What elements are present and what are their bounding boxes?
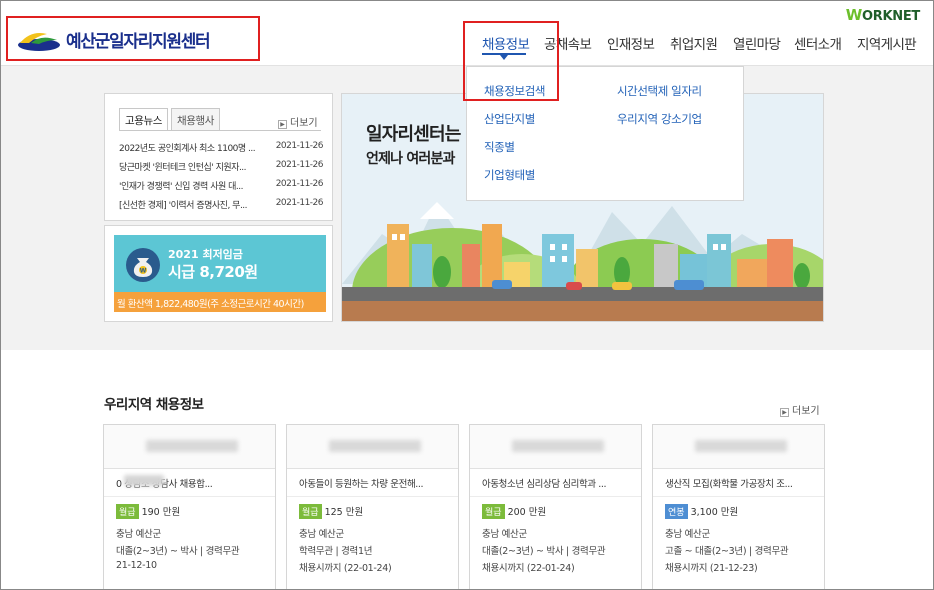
news-date: 2021-11-26: [275, 179, 324, 189]
blurred-text: [512, 440, 604, 452]
pay-type-badge: 월급: [116, 504, 139, 519]
nav-talent-info[interactable]: 인재정보: [607, 33, 655, 53]
worknet-logo[interactable]: WORKNET: [845, 6, 921, 24]
news-date: 2021-11-26: [275, 141, 324, 151]
job-pay: 월급 190 만원: [116, 504, 180, 519]
menu-item-part-time-jobs[interactable]: 시간선택제 일자리: [617, 83, 702, 99]
worknet-w-mark: W: [845, 6, 863, 24]
nav-public-recruit[interactable]: 공채속보: [544, 33, 592, 53]
news-title: [신선한 경제] '이력서 증명사진, 무...: [119, 201, 248, 211]
job-region: 충남 예산군: [482, 529, 527, 540]
blurred-text: [695, 440, 787, 452]
company-name-blurred: [287, 425, 458, 469]
job-deadline: 채용시까지 (22-01-24): [482, 563, 575, 574]
nav-open-forum[interactable]: 열린마당: [733, 33, 781, 53]
job-region: 충남 예산군: [116, 529, 161, 540]
pay-type-badge: 월급: [482, 504, 505, 519]
job-pay: 월급 200 만원: [482, 504, 546, 519]
wage-amount: 시급 8,720원: [168, 263, 258, 281]
news-item[interactable]: '인재가 경쟁력' 신입 경력 사원 대... 2021-11-26: [119, 179, 324, 193]
news-title: 2022년도 공인회계사 최소 1100명 ...: [119, 144, 256, 154]
job-card[interactable]: 0 상담소 상담사 채용합... 월급 190 만원 충남 예산군 대졸(2~3년…: [103, 424, 276, 590]
tab-divider: [119, 130, 321, 131]
job-title: 아동들이 등원하는 차량 운전해...: [299, 479, 424, 490]
pay-amount: 200 만원: [507, 507, 547, 518]
pay-type-badge: 월급: [299, 504, 322, 519]
job-title: 아동청소년 심리상담 심리학과 ...: [482, 479, 607, 490]
menu-item-industrial-complex[interactable]: 산업단지별: [484, 111, 535, 127]
header: 예산군일자리지원센터 WORKNET 채용정보 공채속보 인재정보 취업지원 열…: [0, 0, 934, 66]
nav-active-caret-icon: [500, 55, 508, 60]
job-requirements: 대졸(2~3년) ~ 박사 | 경력무관: [116, 546, 240, 557]
jobs-more-link[interactable]: ▶ 더보기: [780, 402, 820, 417]
news-item[interactable]: 2022년도 공인회계사 최소 1100명 ... 2021-11-26: [119, 141, 324, 155]
company-name-blurred: [470, 425, 641, 469]
tab-recruit-events[interactable]: 채용행사: [171, 108, 221, 131]
pay-amount: 125 만원: [324, 507, 364, 518]
money-bag-icon: W: [126, 248, 160, 282]
banner-subline: 언제나 여러분과: [366, 151, 455, 167]
job-requirements: 학력무관 | 경력1년: [299, 546, 373, 557]
job-pay: 월급 125 만원: [299, 504, 363, 519]
wage-main: W 2021 최저임금 시급 8,720원: [114, 235, 326, 292]
news-more-link[interactable]: ▶ 더보기: [278, 114, 318, 129]
recruit-dropdown-menu: 채용정보검색 산업단지별 직종별 기업형태별 시간선택제 일자리 우리지역 강소…: [466, 66, 744, 201]
news-title: 당근마켓 '윈터테크 인턴십' 지원자...: [119, 163, 247, 173]
logo[interactable]: 예산군일자리지원센터: [6, 16, 260, 61]
job-requirements: 대졸(2~3년) ~ 박사 | 경력무관: [482, 546, 606, 557]
job-region: 충남 예산군: [665, 529, 710, 540]
job-pay: 연봉 3,100 만원: [665, 504, 738, 519]
tab-employment-news[interactable]: 고용뉴스: [119, 108, 169, 131]
blurred-text: [124, 475, 164, 486]
more-arrow-icon: ▶: [780, 408, 789, 417]
news-item[interactable]: 당근마켓 '윈터테크 인턴십' 지원자... 2021-11-26: [119, 160, 324, 174]
blurred-text: [146, 440, 238, 452]
nav-recruit-info[interactable]: 채용정보: [482, 33, 530, 53]
banner-headline: 일자리센터는: [366, 124, 461, 145]
job-card[interactable]: 아동청소년 심리상담 심리학과 ... 월급 200 만원 충남 예산군 대졸(2…: [469, 424, 642, 590]
card-divider: [470, 496, 641, 497]
job-card[interactable]: 아동들이 등원하는 차량 운전해... 월급 125 만원 충남 예산군 학력무관…: [286, 424, 459, 590]
job-deadline: 채용시까지 (21-12-23): [665, 563, 758, 574]
job-requirements: 고졸 ~ 대졸(2~3년) | 경력무관: [665, 546, 789, 557]
job-card[interactable]: 생산직 모집(화학물 가공장치 조... 연봉 3,100 만원 충남 예산군 고…: [652, 424, 825, 590]
pay-amount: 190 만원: [141, 507, 181, 518]
job-deadline: 21-12-10: [116, 560, 157, 571]
jobs-more-label: 더보기: [792, 406, 820, 417]
news-item[interactable]: [신선한 경제] '이력서 증명사진, 무... 2021-11-26: [119, 198, 324, 212]
company-name-blurred: [104, 425, 275, 469]
wage-monthly: 월 환산액 1,822,480원(주 소정근로시간 40시간): [114, 292, 326, 312]
news-title: '인재가 경쟁력' 신입 경력 사원 대...: [119, 182, 243, 192]
wage-year-label: 2021 최저임금: [168, 248, 243, 261]
nav-employment-support[interactable]: 취업지원: [670, 33, 718, 53]
news-panel: 고용뉴스 채용행사 ▶ 더보기 2022년도 공인회계사 최소 1100명 ...…: [104, 93, 333, 221]
card-divider: [104, 496, 275, 497]
svg-text:W: W: [140, 268, 147, 275]
menu-item-strong-small-business[interactable]: 우리지역 강소기업: [617, 111, 702, 127]
news-date: 2021-11-26: [275, 160, 324, 170]
nav-regional-board[interactable]: 지역게시판: [857, 33, 917, 53]
minimum-wage-banner[interactable]: W 2021 최저임금 시급 8,720원 월 환산액 1,822,480원(주…: [104, 225, 333, 322]
menu-item-job-search[interactable]: 채용정보검색: [484, 83, 545, 99]
nav-center-intro[interactable]: 센터소개: [794, 33, 842, 53]
job-title: 생산직 모집(화학물 가공장치 조...: [665, 479, 793, 490]
news-more-label: 더보기: [290, 118, 318, 129]
card-divider: [653, 496, 824, 497]
menu-item-by-company-type[interactable]: 기업형태별: [484, 167, 535, 183]
pay-amount: 3,100 만원: [690, 507, 739, 518]
news-date: 2021-11-26: [275, 198, 324, 208]
job-deadline: 채용시까지 (22-01-24): [299, 563, 392, 574]
menu-item-by-occupation[interactable]: 직종별: [484, 139, 515, 155]
section-title-regional-jobs: 우리지역 채용정보: [104, 397, 204, 413]
card-divider: [287, 496, 458, 497]
logo-text: 예산군일자리지원센터: [66, 32, 211, 52]
logo-emblem-icon: [18, 33, 60, 51]
company-name-blurred: [653, 425, 824, 469]
blurred-text: [329, 440, 421, 452]
job-region: 충남 예산군: [299, 529, 344, 540]
more-arrow-icon: ▶: [278, 120, 287, 129]
pay-type-badge: 연봉: [665, 504, 688, 519]
worknet-text: ORKNET: [862, 9, 920, 24]
